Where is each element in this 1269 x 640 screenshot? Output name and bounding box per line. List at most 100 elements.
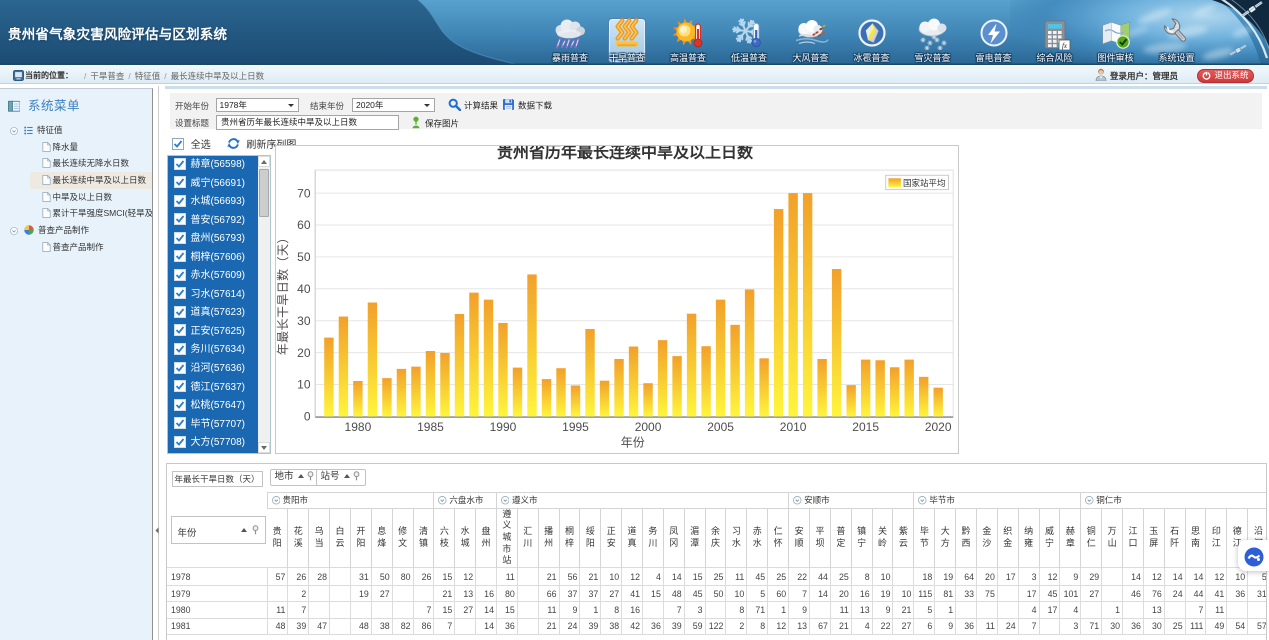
station-column-header[interactable]: 播州 [538,508,559,568]
group-chip-站号[interactable]: 站号 [316,469,367,486]
tree-item[interactable]: 普查产品制作 [0,239,153,256]
end-year-select[interactable]: 2020年 [352,98,435,113]
splitter-divider[interactable] [158,86,159,640]
station-item[interactable]: 毕节(57707) [168,416,259,435]
save-image-button[interactable]: 保存图片 [410,116,459,130]
station-column-header[interactable]: 道真 [622,508,643,568]
station-column-header[interactable]: 务川 [642,508,663,568]
nav-item-high-temp[interactable]: 高温普查 [658,18,718,64]
station-column-header[interactable]: 余庆 [705,508,726,568]
nav-item-low-temp[interactable]: 低温普查 [719,18,779,64]
station-item[interactable]: 桐梓(57606) [168,249,259,268]
city-group-header[interactable]: 安顺市 [789,492,914,508]
station-column-header[interactable]: 遵义城市站 [496,508,517,568]
station-column-header[interactable]: 紫云 [893,508,914,568]
station-column-header[interactable]: 毕节 [914,508,935,568]
station-item[interactable]: 盘州(56793) [168,230,259,249]
nav-item-system-settings[interactable]: 系统设置 [1147,18,1207,64]
collapse-toggle-icon[interactable] [10,127,18,135]
station-column-header[interactable]: 开阳 [350,508,371,568]
city-group-header[interactable]: 遵义市 [496,492,788,508]
station-column-header[interactable]: 万山 [1102,508,1123,568]
station-item[interactable]: 赫章(56598) [168,156,259,175]
tree-group-1[interactable]: 特征值 [0,122,153,139]
station-column-header[interactable]: 普定 [830,508,851,568]
station-item[interactable]: 务川(57634) [168,341,259,360]
table-row[interactable]: 1979219272113168066373727411548455010560… [167,586,1267,602]
station-column-header[interactable]: 汇川 [517,508,538,568]
collapse-toggle-icon[interactable] [10,227,18,235]
station-column-header[interactable]: 正安 [601,508,622,568]
group-collapse-icon[interactable] [272,496,281,505]
station-item[interactable]: 德江(57637) [168,379,259,398]
station-column-header[interactable]: 桐梓 [559,508,580,568]
scrollbar-thumb[interactable] [259,169,270,217]
nav-item-drought[interactable]: 干旱普查 [597,18,657,64]
scroll-up-button[interactable] [258,156,270,167]
station-column-header[interactable]: 赤水 [747,508,768,568]
table-row[interactable]: 1978572628315080261512112156211012414152… [167,568,1267,586]
nav-item-hail[interactable]: 冰雹普查 [842,18,902,64]
group-collapse-icon[interactable] [793,496,802,505]
station-column-header[interactable]: 大方 [935,508,956,568]
station-column-header[interactable]: 绥阳 [580,508,601,568]
city-group-header[interactable]: 六盘水市 [434,492,497,508]
station-column-header[interactable]: 印江 [1206,508,1227,568]
station-column-header[interactable]: 纳雍 [1018,508,1039,568]
station-column-header[interactable]: 清镇 [413,508,434,568]
station-column-header[interactable]: 铜仁 [1081,508,1102,568]
tree-item[interactable]: 最长连续无降水日数 [0,155,153,172]
year-column-header[interactable]: 年份 [167,492,268,568]
scroll-down-button[interactable] [258,442,270,453]
breadcrumb-item[interactable]: 最长连续中旱及以上日数 [171,71,265,81]
city-group-header[interactable]: 贵阳市 [267,492,434,508]
group-collapse-icon[interactable] [438,496,447,505]
station-item[interactable]: 道真(57623) [168,304,259,323]
station-column-header[interactable]: 盘州 [476,508,497,568]
nav-item-lightning[interactable]: 雷电普查 [964,18,1024,64]
station-item[interactable]: 赤水(57609) [168,267,259,286]
tree-item[interactable]: 累计干旱强度SMCI(轻旱及以 [0,205,153,222]
station-column-header[interactable]: 习水 [726,508,747,568]
station-item[interactable]: 水城(56693) [168,193,259,212]
tree-item[interactable]: 中旱及以上日数 [0,189,153,206]
start-year-select[interactable]: 1978年 [216,98,299,113]
group-collapse-icon[interactable] [1085,496,1094,505]
station-item[interactable]: 正安(57625) [168,323,259,342]
station-column-header[interactable]: 六枝 [434,508,455,568]
table-row[interactable]: 1980117715271415119181673871191113921514… [167,602,1267,618]
calc-result-button[interactable]: 计算结果 [448,98,498,112]
nav-item-wind[interactable]: 大风普查 [781,18,841,64]
chart-title-input[interactable]: 贵州省历年最长连续中旱及以上日数 [216,115,399,130]
station-item[interactable]: 习水(57614) [168,286,259,305]
station-column-header[interactable]: 花溪 [288,508,309,568]
station-column-header[interactable]: 息烽 [371,508,392,568]
data-download-button[interactable]: 数据下载 [502,98,552,112]
group-collapse-icon[interactable] [501,496,510,505]
station-column-header[interactable]: 黔西 [956,508,977,568]
tree-item[interactable]: 降水量 [0,139,153,156]
table-row[interactable]: 1981483947483882867143621243938423639591… [167,618,1267,634]
nav-item-map-review[interactable]: 图件审核 [1086,18,1146,64]
station-item[interactable]: 大方(57708) [168,434,259,453]
station-column-header[interactable]: 安顺 [789,508,810,568]
group-chip-地市[interactable]: 地市 [270,469,321,486]
tree-group-2[interactable]: 普查产品制作 [0,222,153,239]
station-column-header[interactable]: 仁怀 [768,508,789,568]
station-column-header[interactable]: 江口 [1123,508,1144,568]
station-scrollbar[interactable] [258,156,270,453]
group-collapse-icon[interactable] [918,496,927,505]
floating-widget[interactable] [1238,540,1269,571]
station-column-header[interactable]: 玉屏 [1143,508,1164,568]
station-column-header[interactable]: 白云 [330,508,351,568]
station-column-header[interactable]: 织金 [997,508,1018,568]
station-item[interactable]: 威宁(56691) [168,175,259,194]
station-column-header[interactable]: 关岭 [872,508,893,568]
station-column-header[interactable]: 金沙 [976,508,997,568]
station-column-header[interactable]: 湄潭 [684,508,705,568]
station-column-header[interactable]: 水城 [455,508,476,568]
station-column-header[interactable]: 凤冈 [663,508,684,568]
nav-item-comprehensive-risk[interactable]: fx综合风险 [1025,18,1085,64]
station-column-header[interactable]: 平坝 [810,508,831,568]
tree-item[interactable]: 最长连续中旱及以上日数 [0,172,153,189]
